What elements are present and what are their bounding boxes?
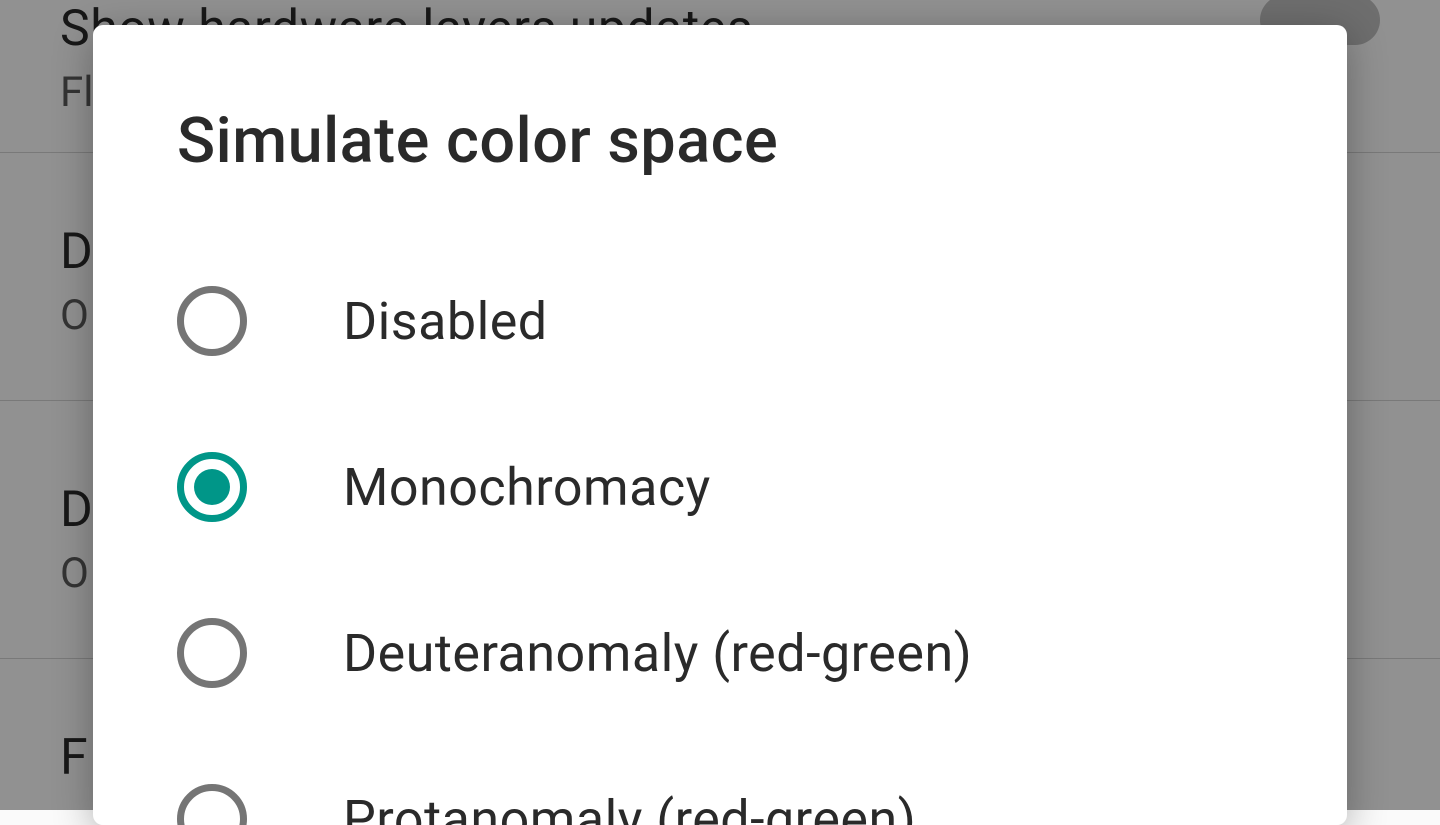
option-label: Protanomaly (red-green) xyxy=(343,789,916,825)
radio-icon xyxy=(177,452,247,522)
option-deuteranomaly[interactable]: Deuteranomaly (red-green) xyxy=(93,570,1347,736)
option-disabled[interactable]: Disabled xyxy=(93,238,1347,404)
option-monochromacy[interactable]: Monochromacy xyxy=(93,404,1347,570)
radio-icon xyxy=(177,618,247,688)
radio-icon xyxy=(177,784,247,825)
option-label: Disabled xyxy=(343,291,548,352)
option-label: Deuteranomaly (red-green) xyxy=(343,623,972,684)
option-label: Monochromacy xyxy=(343,457,711,518)
option-protanomaly[interactable]: Protanomaly (red-green) xyxy=(93,736,1347,825)
color-space-dialog: Simulate color space Disabled Monochroma… xyxy=(93,25,1347,825)
dialog-title: Simulate color space xyxy=(93,25,1347,238)
radio-icon xyxy=(177,286,247,356)
